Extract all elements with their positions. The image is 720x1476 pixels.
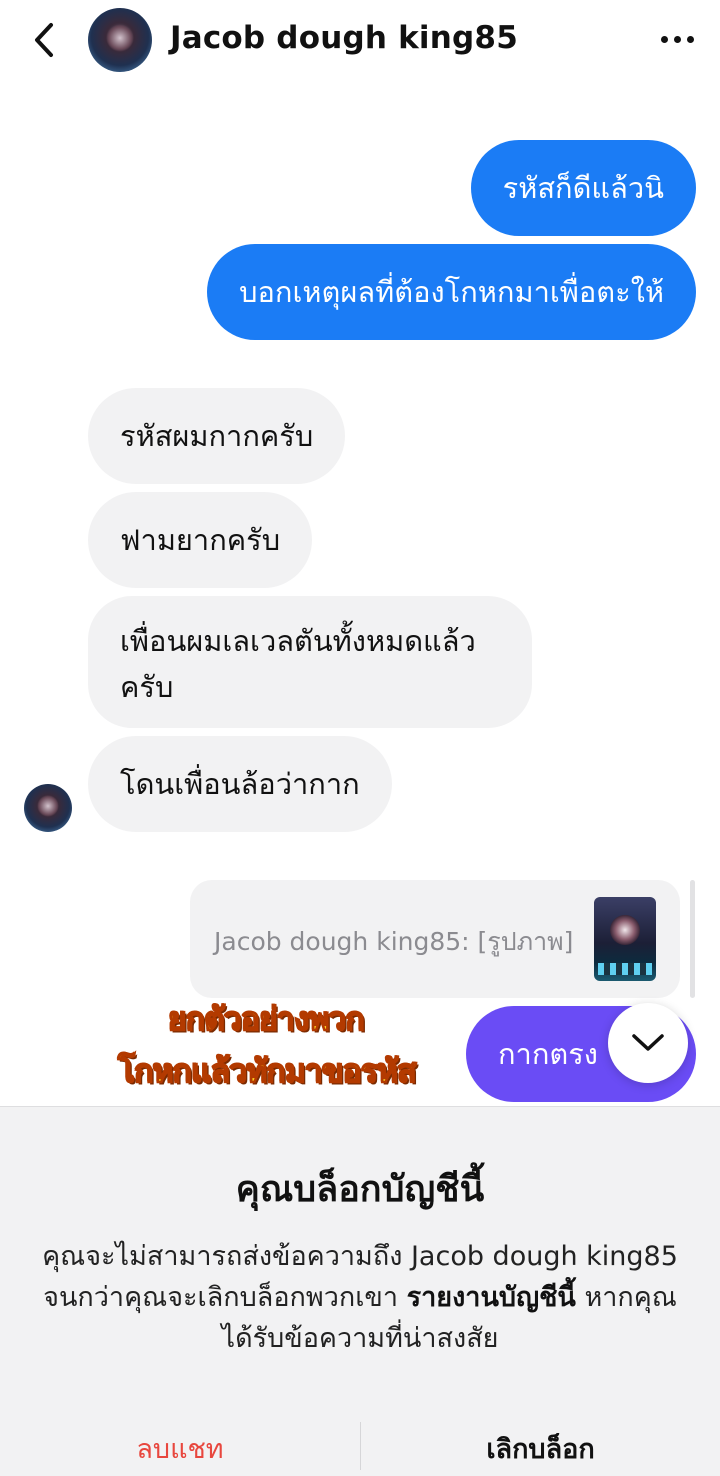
received-message[interactable]: เพื่อนผมเลเวลตันทั้งหมดแล้วครับ: [88, 596, 532, 728]
received-message[interactable]: รหัสผมกากครับ: [88, 388, 346, 484]
sheet-actions: ลบแชท เลิกบล็อก: [0, 1420, 720, 1476]
message-text: กากตรง: [498, 1037, 598, 1071]
sheet-description: คุณจะไม่สามารถส่งข้อความถึง Jacob dough …: [40, 1236, 680, 1359]
sheet-title: คุณบล็อกบัญชีนี้: [235, 1169, 485, 1210]
report-account-link[interactable]: รายงานบัญชีนี้: [407, 1282, 576, 1313]
received-message[interactable]: โดนเพื่อนล้อว่ากาก: [88, 736, 392, 832]
message-text: เพื่อนผมเลเวลตันทั้งหมดแล้วครับ: [120, 624, 476, 704]
reply-indicator-bar: [690, 880, 695, 998]
message-text: ฟามยากครับ: [120, 523, 281, 557]
overlay-caption-line1: ยกตัวอย่างพวก: [167, 999, 365, 1039]
reply-image-thumbnail[interactable]: [594, 897, 656, 981]
delete-chat-button[interactable]: ลบแชท: [0, 1420, 360, 1476]
sender-avatar[interactable]: [24, 784, 72, 832]
back-button[interactable]: [22, 18, 66, 62]
reply-preview-text: Jacob dough king85: [รูปภาพ]: [214, 927, 574, 956]
chevron-down-icon: [632, 1034, 664, 1051]
overlay-caption-line2: โกหกแล้วทักมาขอรหัส: [117, 1051, 417, 1091]
message-text: รหัสผมกากครับ: [120, 419, 314, 453]
sent-message[interactable]: บอกเหตุผลที่ต้องโกหกมาเพื่อตะให้: [207, 244, 696, 340]
page-title[interactable]: Jacob dough king85: [170, 20, 518, 56]
more-horizontal-icon: [660, 35, 668, 43]
scroll-to-bottom-button[interactable]: [608, 1003, 688, 1083]
chevron-left-icon: [35, 23, 53, 57]
avatar[interactable]: [88, 8, 152, 72]
sent-message[interactable]: รหัสก็ดีแล้วนิ: [470, 140, 696, 236]
message-text: บอกเหตุผลที่ต้องโกหกมาเพื่อตะให้: [239, 275, 664, 309]
message-text: รหัสก็ดีแล้วนิ: [502, 171, 664, 205]
received-message[interactable]: ฟามยากครับ: [88, 492, 313, 588]
unblock-button[interactable]: เลิกบล็อก: [361, 1420, 720, 1476]
message-text: โดนเพื่อนล้อว่ากาก: [120, 767, 360, 801]
chat-header: Jacob dough king85: [0, 0, 720, 82]
more-options-button[interactable]: [652, 22, 702, 56]
